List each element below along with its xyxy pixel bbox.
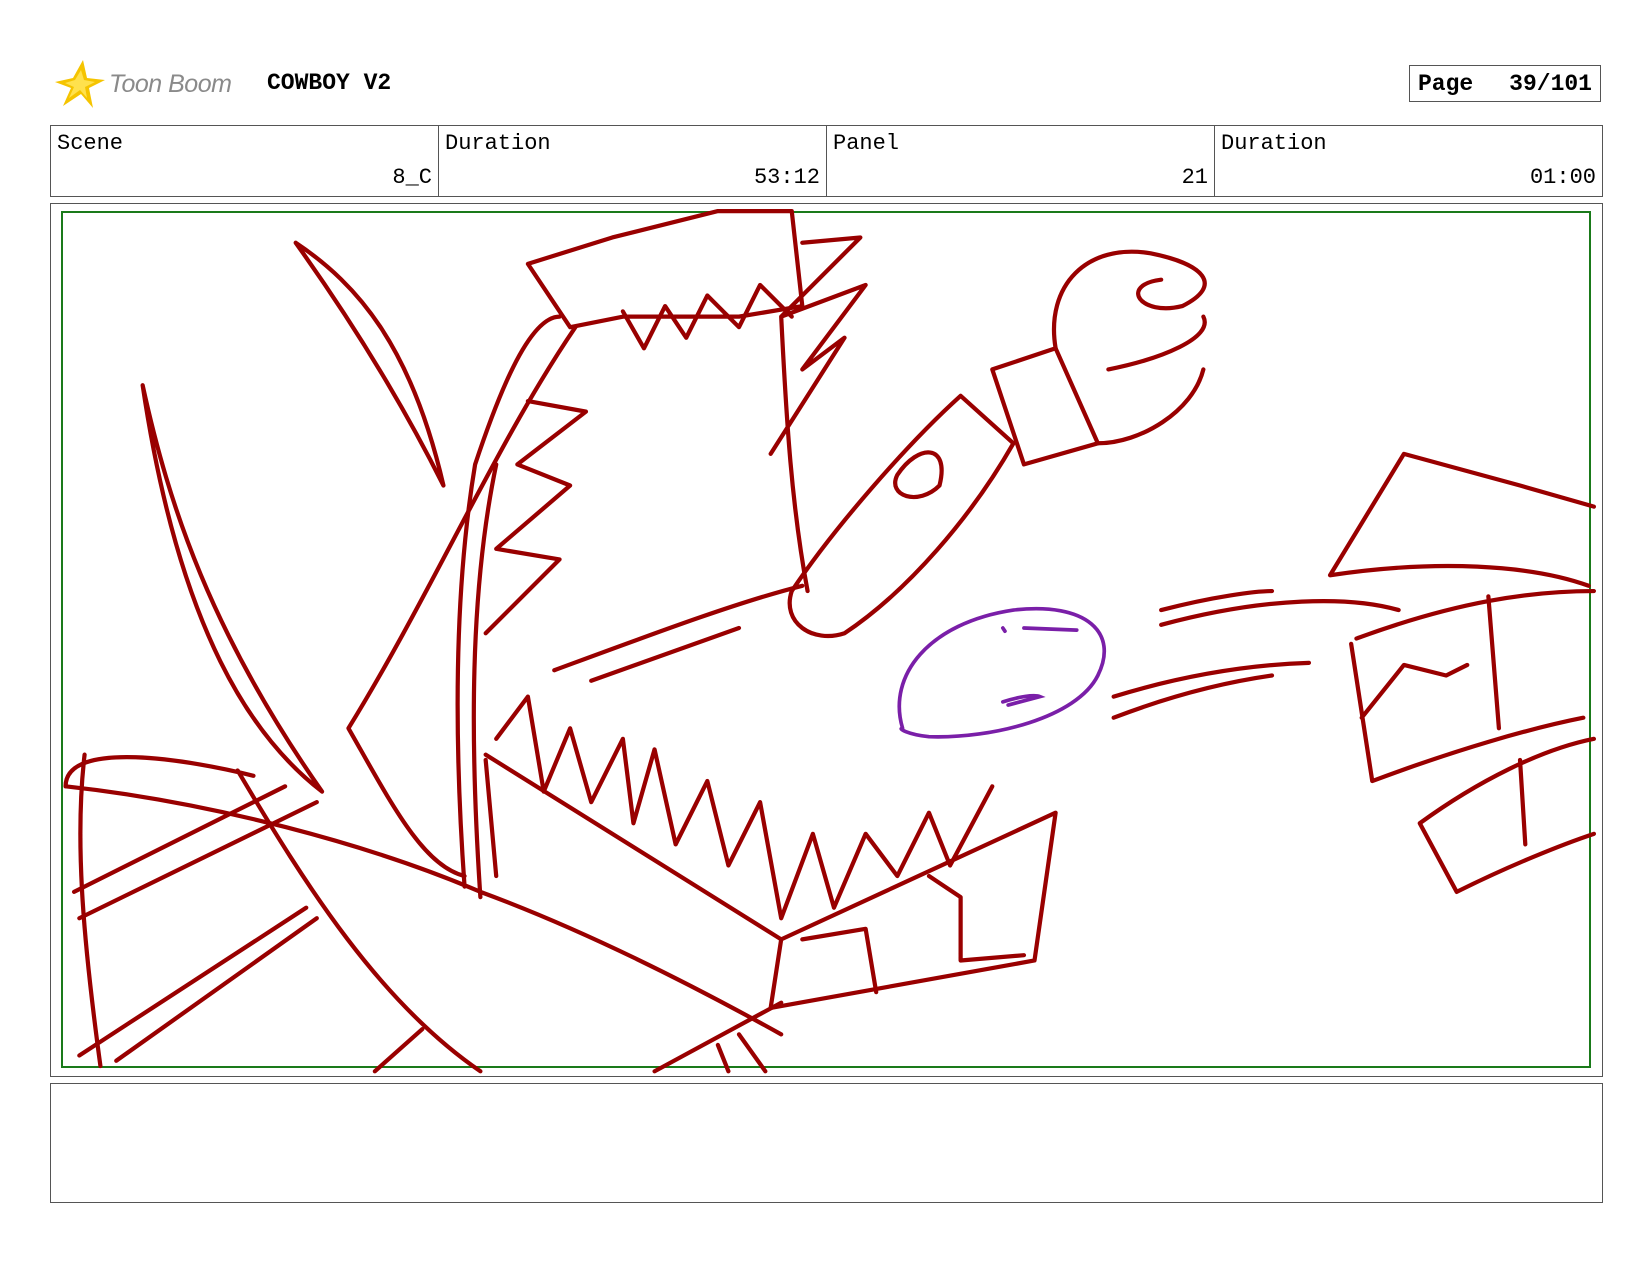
sketch-stroke [787, 393, 1016, 639]
sketch-stroke [1111, 588, 1401, 720]
sketch-stroke [483, 752, 1058, 1011]
caption-box [50, 1083, 1603, 1203]
sketch-stroke [1417, 736, 1597, 894]
sketch-stroke [1052, 249, 1207, 372]
sketch-stroke [768, 235, 868, 594]
sketch-stroke [140, 383, 325, 794]
sketch-stroke [552, 583, 805, 683]
accent-sketch-stroke [1000, 626, 1079, 707]
sketch-stroke [1349, 588, 1597, 784]
sketch-stroke [800, 873, 1027, 995]
sketch-stroke [63, 784, 784, 1037]
sketch-stroke [1095, 367, 1206, 446]
sketch-stroke [483, 398, 589, 636]
sketch-stroke [71, 768, 483, 1074]
sketch-stroke [1327, 451, 1597, 588]
sketch-stroke [293, 240, 446, 488]
